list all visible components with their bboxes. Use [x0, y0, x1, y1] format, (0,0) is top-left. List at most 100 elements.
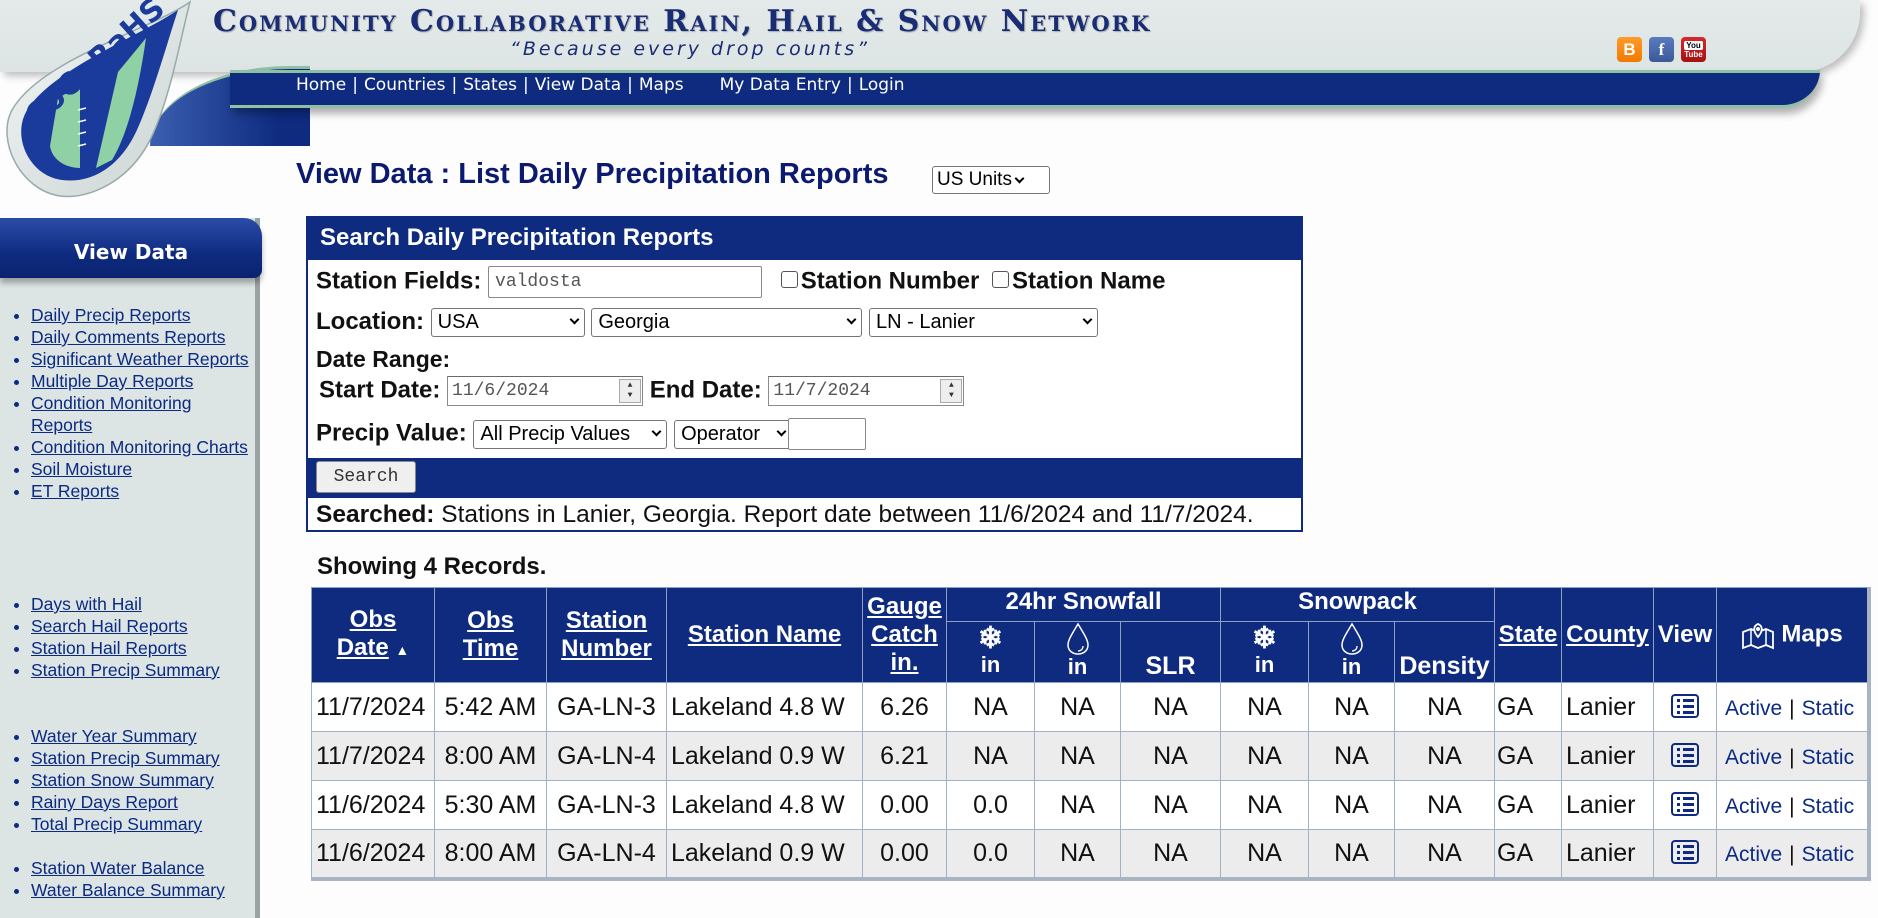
view-report-icon[interactable]: [1671, 742, 1699, 767]
cell-obs-date: 11/7/2024: [311, 731, 435, 781]
sidebar-item[interactable]: Daily Precip Reports: [10, 304, 255, 326]
chevron-down-icon: [569, 314, 580, 325]
cell-station-name: Lakeland 4.8 W: [666, 682, 863, 732]
sidebar-item[interactable]: Significant Weather Reports: [10, 348, 255, 370]
col-gauge-catch[interactable]: Gauge Catch in.: [862, 587, 947, 683]
cell-county: Lanier: [1561, 731, 1654, 781]
map-static-link[interactable]: Static: [1802, 697, 1855, 720]
sidebar-item[interactable]: Daily Comments Reports: [10, 326, 255, 348]
station-name-checkbox[interactable]: [992, 270, 1010, 288]
sidebar-item[interactable]: Condition Monitoring Charts: [10, 436, 255, 458]
sidebar-item[interactable]: Water Balance Summary: [10, 879, 255, 901]
sidebar-item[interactable]: Condition Monitoring Reports: [10, 392, 255, 436]
cell-maps: Active | Static: [1716, 780, 1869, 830]
cell-county: Lanier: [1561, 682, 1654, 732]
nav-maps[interactable]: Maps: [639, 75, 684, 95]
youtube-icon[interactable]: You Tube: [1681, 37, 1706, 62]
country-select[interactable]: USA: [430, 308, 585, 338]
nav-login[interactable]: Login: [859, 75, 905, 95]
col-obs-time[interactable]: Obs Time: [434, 587, 547, 683]
station-fields-input[interactable]: valdosta: [488, 266, 763, 298]
search-button[interactable]: Search: [316, 461, 416, 493]
col-station-name[interactable]: Station Name: [666, 587, 863, 683]
col-density: Density: [1394, 621, 1495, 683]
sidebar-item[interactable]: Station Precip Summary: [10, 747, 255, 769]
view-report-icon[interactable]: [1671, 839, 1699, 864]
sidebar-item[interactable]: Rainy Days Report: [10, 791, 255, 813]
station-number-label: Station Number: [800, 267, 980, 295]
cell-snowpack-in: NA: [1220, 731, 1309, 781]
view-report-icon[interactable]: [1671, 791, 1699, 816]
water-drop-icon: [1340, 622, 1363, 655]
map-static-link[interactable]: Static: [1802, 746, 1855, 769]
nav-countries[interactable]: Countries: [364, 75, 446, 95]
col-snowpack-in: ❄ in: [1220, 621, 1309, 683]
search-summary: Searched: Stations in Lanier, Georgia. R…: [316, 501, 1254, 528]
sidebar-item[interactable]: Multiple Day Reports: [10, 370, 255, 392]
precip-value-select[interactable]: All Precip Values: [473, 419, 668, 449]
chevron-down-icon: [776, 426, 787, 436]
blogger-icon[interactable]: B: [1617, 37, 1642, 62]
col-county[interactable]: County: [1561, 587, 1654, 683]
sidebar-item[interactable]: Search Hail Reports: [10, 615, 255, 637]
sidebar-item[interactable]: Soil Moisture: [10, 458, 255, 480]
sidebar-item[interactable]: Days with Hail: [10, 593, 255, 615]
page-title: View Data : List Daily Precipitation Rep…: [296, 158, 889, 190]
sidebar: Daily Precip Reports Daily Comments Repo…: [0, 218, 260, 918]
start-date-input[interactable]: 11/6/2024 ▲ ▼: [447, 376, 644, 406]
sidebar-item[interactable]: Station Water Balance: [10, 857, 255, 879]
map-active-link[interactable]: Active: [1725, 795, 1782, 818]
map-static-link[interactable]: Static: [1802, 843, 1855, 866]
sidebar-item[interactable]: Station Hail Reports: [10, 637, 255, 659]
map-pin-icon: [1741, 623, 1774, 650]
sidebar-item[interactable]: Total Precip Summary: [10, 813, 255, 835]
facebook-icon[interactable]: f: [1649, 37, 1674, 62]
precip-amount-input[interactable]: [788, 418, 867, 450]
main-nav: Home | Countries | States | View Data | Maps My D…: [296, 75, 905, 95]
cell-snowfall-swe: NA: [1034, 780, 1121, 830]
sidebar-item[interactable]: Station Snow Summary: [10, 769, 255, 791]
col-maps: Maps: [1716, 587, 1869, 683]
state-select[interactable]: Georgia: [591, 308, 863, 338]
station-number-checkbox[interactable]: [780, 270, 798, 288]
col-snowfall-in: ❄ in: [946, 621, 1035, 683]
map-active-link[interactable]: Active: [1725, 746, 1782, 769]
cell-density: NA: [1394, 780, 1495, 830]
cell-gauge-catch: 0.00: [862, 780, 947, 830]
units-select[interactable]: US Units: [932, 166, 1050, 194]
station-name-label: Station Name: [1012, 267, 1166, 295]
cell-snowpack-in: NA: [1220, 682, 1309, 732]
sidebar-item[interactable]: ET Reports: [10, 480, 255, 502]
search-form-heading: Search Daily Precipitation Reports: [308, 218, 1301, 260]
nav-home[interactable]: Home: [296, 75, 346, 95]
map-static-link[interactable]: Static: [1802, 795, 1855, 818]
nav-states[interactable]: States: [463, 75, 517, 95]
sidebar-item[interactable]: Station Precip Summary: [10, 659, 255, 681]
county-select[interactable]: LN - Lanier: [869, 308, 1099, 338]
cell-density: NA: [1394, 731, 1495, 781]
table-row: 11/7/2024 8:00 AM GA-LN-4 Lakeland 0.9 W…: [311, 731, 1869, 781]
cell-obs-time: 8:00 AM: [434, 829, 547, 879]
sidebar-item[interactable]: Water Year Summary: [10, 725, 255, 747]
col-slr: SLR: [1120, 621, 1221, 683]
map-active-link[interactable]: Active: [1725, 843, 1782, 866]
cocorahs-logo[interactable]: CoCoRaHS: [0, 0, 200, 200]
col-station-number[interactable]: Station Number: [546, 587, 667, 683]
col-obs-date[interactable]: Obs Date ▲: [311, 587, 435, 683]
cell-obs-time: 8:00 AM: [434, 731, 547, 781]
spinner-arrows-icon[interactable]: ▲ ▼: [619, 379, 642, 403]
sidebar-title: View Data: [0, 218, 262, 278]
col-state[interactable]: State: [1494, 587, 1562, 683]
spinner-arrows-icon[interactable]: ▲ ▼: [940, 379, 963, 403]
cell-state: GA: [1494, 731, 1562, 781]
nav-my-data-entry[interactable]: My Data Entry: [720, 75, 841, 95]
end-date-input[interactable]: 11/7/2024 ▲ ▼: [768, 376, 965, 406]
operator-select[interactable]: Operator: [674, 419, 793, 449]
cell-snowfall-in: NA: [946, 682, 1035, 732]
view-report-icon[interactable]: [1671, 693, 1699, 718]
map-active-link[interactable]: Active: [1725, 697, 1782, 720]
nav-view-data[interactable]: View Data: [535, 75, 621, 95]
table-row: 11/6/2024 5:30 AM GA-LN-3 Lakeland 4.8 W…: [311, 780, 1869, 830]
col-view: View: [1653, 587, 1717, 683]
cell-state: GA: [1494, 682, 1562, 732]
